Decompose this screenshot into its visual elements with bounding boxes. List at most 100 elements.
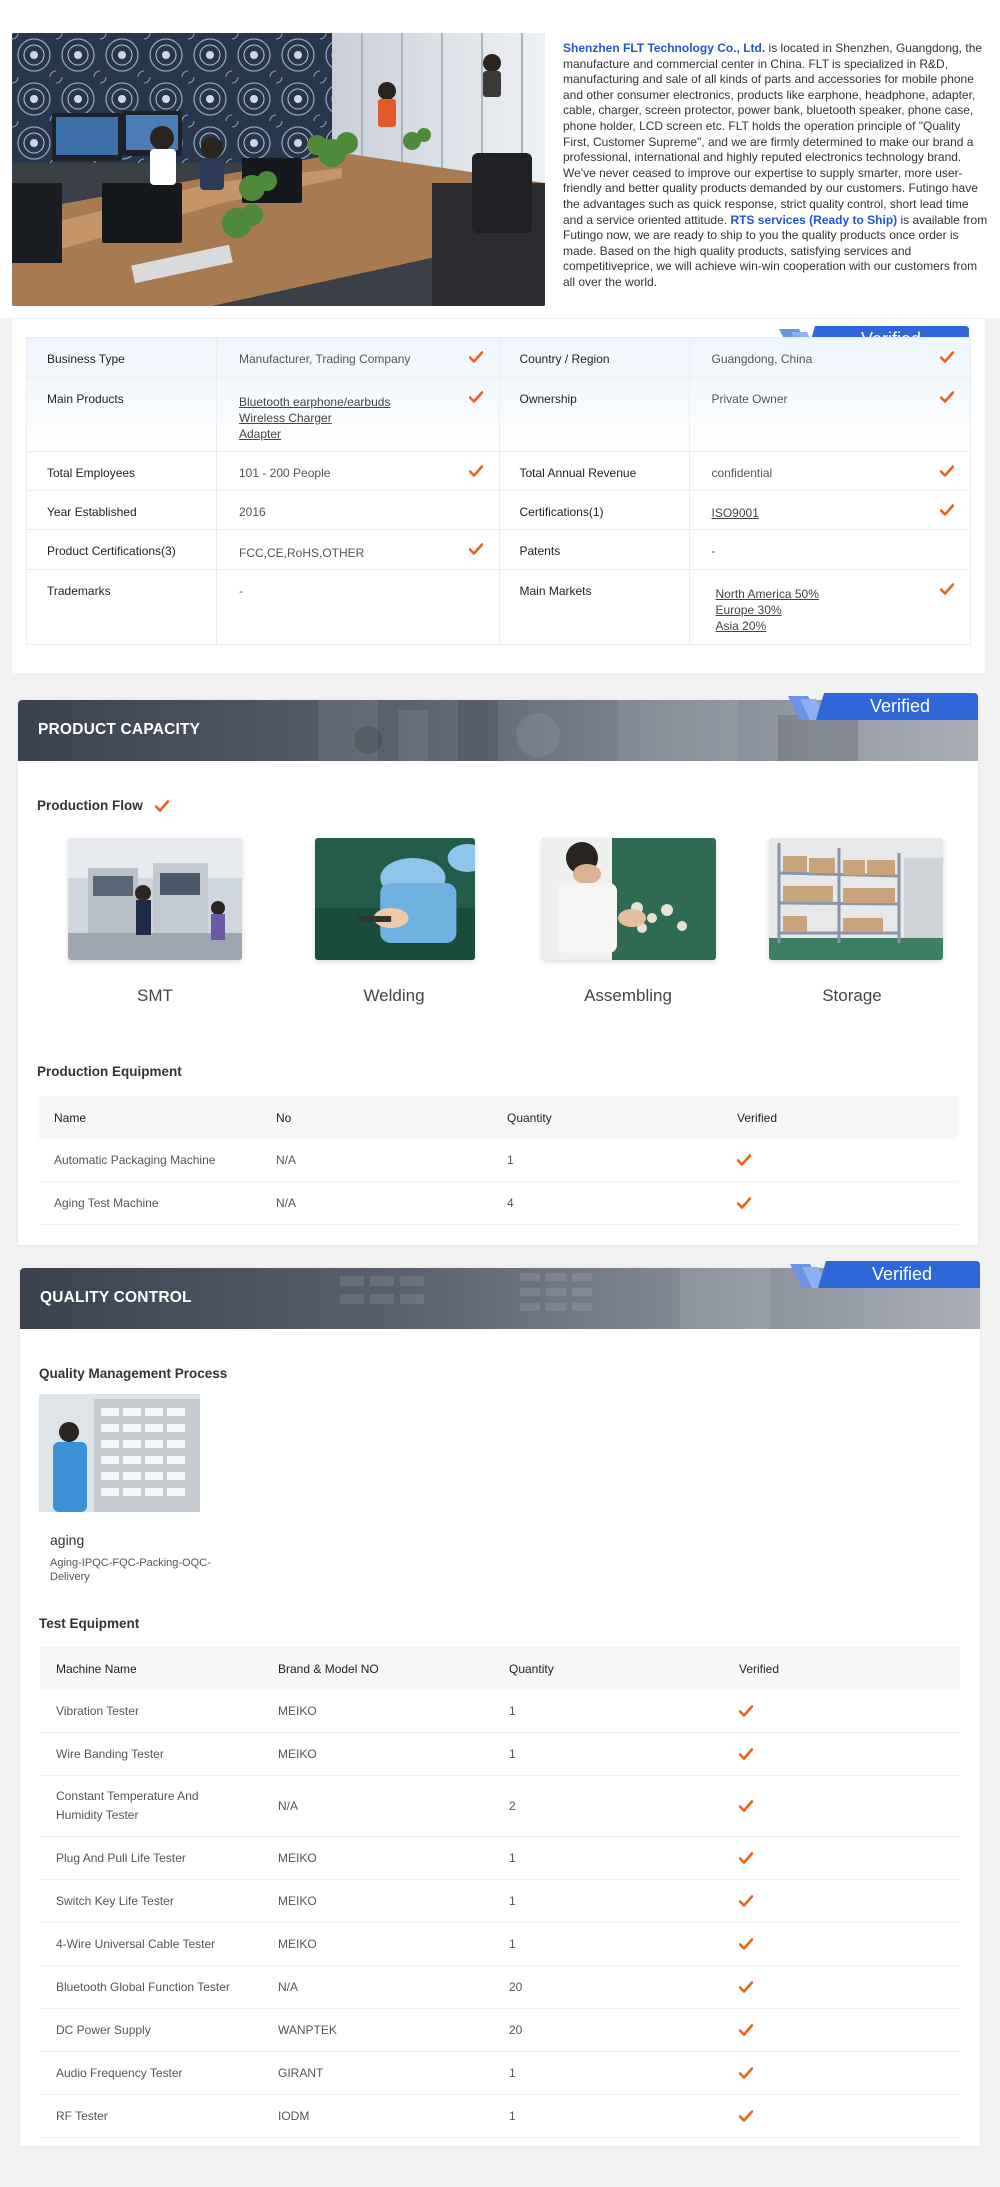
info-value-text: FCC,CE,RoHS,OTHER xyxy=(239,546,365,560)
smt-photo[interactable] xyxy=(68,838,242,960)
table-cell: DC Power Supply xyxy=(56,2022,151,2037)
info-value: - xyxy=(690,530,971,569)
table-cell: RF Tester xyxy=(56,2108,108,2123)
table-cell: MEIKO xyxy=(278,1894,317,1908)
info-value: FCC,CE,RoHS,OTHER xyxy=(217,530,499,569)
company-intro: Shenzhen FLT Technology Co., Ltd. is loc… xyxy=(0,0,1000,318)
equipment-table-header: Name No Quantity Verified xyxy=(38,1096,958,1139)
info-value: confidential xyxy=(690,452,971,490)
table-cell: Plug And Pull Life Tester xyxy=(56,1850,186,1865)
info-value-link[interactable]: Bluetooth earphone/earbuds xyxy=(239,394,499,410)
verified-cell xyxy=(729,1895,960,1907)
rts-services-link[interactable]: RTS services (Ready to Ship) xyxy=(730,213,897,227)
info-value: Private Owner xyxy=(690,378,971,451)
check-icon xyxy=(940,351,954,363)
info-value: - xyxy=(217,570,499,644)
table-row: DC Power Supply WANPTEK 20 xyxy=(40,2009,960,2052)
check-icon xyxy=(468,391,483,403)
check-icon xyxy=(739,1938,960,1950)
info-value: North America 50% Europe 30% Asia 20% xyxy=(690,570,971,644)
table-row: Vibration Tester MEIKO 1 xyxy=(40,1690,960,1733)
info-value-link[interactable]: Adapter xyxy=(239,426,499,442)
table-cell: MEIKO xyxy=(278,1851,317,1865)
table-cell: Bluetooth Global Function Tester xyxy=(56,1979,230,1994)
quality-process-title: Quality Management Process xyxy=(39,1366,228,1381)
table-cell: 1 xyxy=(509,1704,516,1718)
info-cell: Year Established 2016 xyxy=(27,491,499,529)
table-cell: 1 xyxy=(509,1937,516,1951)
info-value: 2016 xyxy=(217,491,499,529)
verified-cell xyxy=(729,1938,960,1950)
test-equipment-title: Test Equipment xyxy=(39,1616,140,1631)
process-name: aging xyxy=(50,1532,85,1548)
verified-cell xyxy=(729,1981,960,1993)
flow-label-welding: Welding xyxy=(363,986,425,1005)
info-value: Manufacturer, Trading Company xyxy=(217,338,499,377)
check-icon xyxy=(940,583,954,595)
info-value-text: - xyxy=(239,584,243,598)
column-header: Name xyxy=(54,1110,87,1125)
description-part-1: is located in Shenzhen, Guangdong, the m… xyxy=(563,41,983,227)
table-cell: N/A xyxy=(278,1799,299,1813)
table-cell: 1 xyxy=(509,1851,516,1865)
verified-badge: Verified xyxy=(788,1261,980,1288)
table-row: Wire Banding Tester MEIKO 1 xyxy=(40,1733,960,1776)
info-value-link[interactable]: ISO9001 xyxy=(712,505,971,521)
storage-photo[interactable] xyxy=(769,838,943,960)
table-cell: 1 xyxy=(507,1153,514,1167)
info-label: Total Employees xyxy=(27,452,217,490)
check-icon xyxy=(468,465,483,477)
table-cell: 20 xyxy=(509,2023,523,2037)
table-cell: 1 xyxy=(509,1747,516,1761)
column-header: No xyxy=(276,1110,292,1125)
verified-label: Verified xyxy=(871,1264,933,1284)
info-cell: Main Products Bluetooth earphone/earbuds W… xyxy=(27,378,499,451)
verified-badge: Verified xyxy=(786,693,978,720)
flow-label-smt: SMT xyxy=(137,986,173,1005)
company-name: Shenzhen FLT Technology Co., Ltd. xyxy=(563,41,766,55)
info-value-link[interactable]: North America 50% xyxy=(716,586,971,602)
table-cell: N/A xyxy=(278,1980,299,1994)
info-label: Product Certifications(3) xyxy=(27,530,217,569)
table-row: Constant Temperature And Humidity Tester… xyxy=(40,1776,960,1837)
table-row: Audio Frequency Tester GIRANT 1 xyxy=(40,2052,960,2095)
info-value: ISO9001 xyxy=(690,491,971,529)
table-cell: 1 xyxy=(509,2066,516,2080)
table-row: RF Tester IODM 1 xyxy=(40,2095,960,2138)
check-icon xyxy=(739,1852,960,1864)
table-cell: 1 xyxy=(509,2109,516,2123)
check-icon xyxy=(739,2067,960,2079)
check-icon xyxy=(739,1895,960,1907)
product-capacity-section: PRODUCT CAPACITY Verified Production Flo… xyxy=(18,693,978,1245)
info-value: 101 - 200 People xyxy=(217,452,499,490)
info-value-text: Manufacturer, Trading Company xyxy=(239,352,411,366)
verified-cell xyxy=(729,1800,960,1812)
info-cell: Main Markets North America 50% Europe 30% A… xyxy=(498,570,971,644)
info-value-link[interactable]: Asia 20% xyxy=(716,618,971,634)
check-icon xyxy=(739,1981,960,1993)
table-cell: Aging Test Machine xyxy=(54,1195,159,1210)
table-cell: 1 xyxy=(509,1894,516,1908)
info-value: Guangdong, China xyxy=(690,338,971,377)
check-icon xyxy=(940,504,954,516)
aging-photo[interactable] xyxy=(39,1394,200,1512)
info-label: Main Markets xyxy=(500,570,690,644)
quality-control-section: QUALITY CONTROL Verified Quality Managem… xyxy=(20,1261,980,2146)
info-value-link[interactable]: Europe 30% xyxy=(716,602,971,618)
verified-cell xyxy=(729,2067,960,2079)
info-label: Ownership xyxy=(500,378,690,451)
check-icon xyxy=(739,1800,960,1812)
info-value-text: confidential xyxy=(711,466,773,480)
table-cell: WANPTEK xyxy=(278,2023,337,2037)
production-equipment-title: Production Equipment xyxy=(37,1064,182,1079)
info-cell: Country / Region Guangdong, China xyxy=(498,338,971,377)
verified-cell xyxy=(727,1197,958,1209)
info-value-link[interactable]: Wireless Charger xyxy=(239,410,499,426)
welding-photo[interactable] xyxy=(315,838,475,960)
check-icon xyxy=(154,800,169,813)
table-cell: Audio Frequency Tester xyxy=(56,2065,183,2080)
info-value-text: - xyxy=(711,544,716,558)
info-row: Business Type Manufacturer, Trading Compa… xyxy=(27,338,970,378)
table-row: Plug And Pull Life Tester MEIKO 1 xyxy=(40,1837,960,1880)
assembling-photo[interactable] xyxy=(542,838,716,960)
